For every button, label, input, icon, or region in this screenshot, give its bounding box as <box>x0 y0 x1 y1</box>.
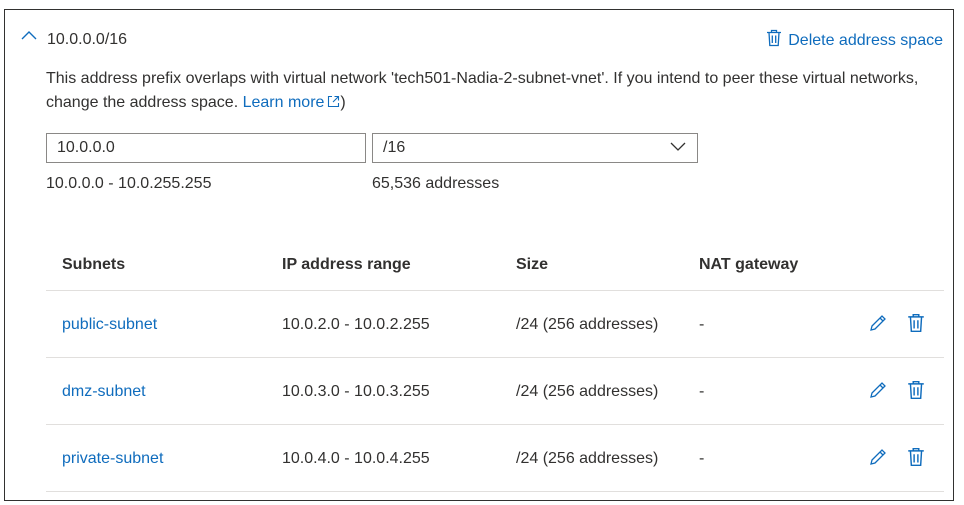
trash-icon <box>766 29 782 52</box>
column-header-subnets: Subnets <box>62 256 126 273</box>
table-row: dmz-subnet 10.0.3.0 - 10.0.3.255 /24 (25… <box>46 358 944 425</box>
column-header-size: Size <box>516 256 549 273</box>
subnet-mask-value: /16 <box>383 139 406 156</box>
subnet-size: /24 (256 addresses) <box>516 383 659 400</box>
chevron-up-icon[interactable] <box>19 26 39 46</box>
subnets-table: Subnets IP address range Size NAT gatewa… <box>46 240 944 492</box>
address-space-panel: 10.0.0.0/16 Delete address space This ad… <box>4 9 954 501</box>
trash-icon[interactable] <box>906 313 926 333</box>
table-row: private-subnet 10.0.4.0 - 10.0.4.255 /24… <box>46 425 944 492</box>
subnet-size: /24 (256 addresses) <box>516 450 659 467</box>
row-actions <box>868 447 926 467</box>
pencil-icon[interactable] <box>868 313 888 333</box>
trash-icon[interactable] <box>906 447 926 467</box>
delete-address-space-button[interactable]: Delete address space <box>766 29 943 52</box>
trash-icon[interactable] <box>906 380 926 400</box>
delete-address-space-label: Delete address space <box>788 31 943 49</box>
address-space-header: 10.0.0.0/16 Delete address space <box>5 10 953 70</box>
subnet-ip-range: 10.0.3.0 - 10.0.3.255 <box>282 383 430 400</box>
address-prefix-title: 10.0.0.0/16 <box>47 31 128 48</box>
table-row: public-subnet 10.0.2.0 - 10.0.2.255 /24 … <box>46 291 944 358</box>
overlap-warning: This address prefix overlaps with virtua… <box>46 67 926 116</box>
address-range-text: 10.0.0.0 - 10.0.255.255 <box>46 175 212 192</box>
subnet-nat-gateway: - <box>699 450 705 467</box>
external-link-icon <box>327 92 340 116</box>
subnet-name-link[interactable]: dmz-subnet <box>62 383 146 401</box>
address-count-text: 65,536 addresses <box>372 175 500 192</box>
overlap-warning-text: This address prefix overlaps with virtua… <box>46 70 919 111</box>
subnet-ip-range: 10.0.2.0 - 10.0.2.255 <box>282 316 430 333</box>
table-header-row: Subnets IP address range Size NAT gatewa… <box>46 240 944 291</box>
chevron-down-icon <box>669 137 687 160</box>
row-actions <box>868 380 926 400</box>
column-header-nat-gateway: NAT gateway <box>699 256 799 273</box>
subnet-nat-gateway: - <box>699 316 705 333</box>
row-actions <box>868 313 926 333</box>
subnet-nat-gateway: - <box>699 383 705 400</box>
learn-more-link[interactable]: Learn more <box>243 94 341 111</box>
subnet-ip-range: 10.0.4.0 - 10.0.4.255 <box>282 450 430 467</box>
subnet-size: /24 (256 addresses) <box>516 316 659 333</box>
learn-more-label: Learn more <box>242 94 325 111</box>
subnet-name-link[interactable]: public-subnet <box>62 316 157 334</box>
pencil-icon[interactable] <box>868 447 888 467</box>
ip-address-input[interactable] <box>46 133 366 163</box>
column-header-ip-range: IP address range <box>282 256 411 273</box>
pencil-icon[interactable] <box>868 380 888 400</box>
closing-paren: ) <box>340 94 346 111</box>
subnet-name-link[interactable]: private-subnet <box>62 450 163 468</box>
subnet-mask-dropdown[interactable]: /16 <box>372 133 698 163</box>
